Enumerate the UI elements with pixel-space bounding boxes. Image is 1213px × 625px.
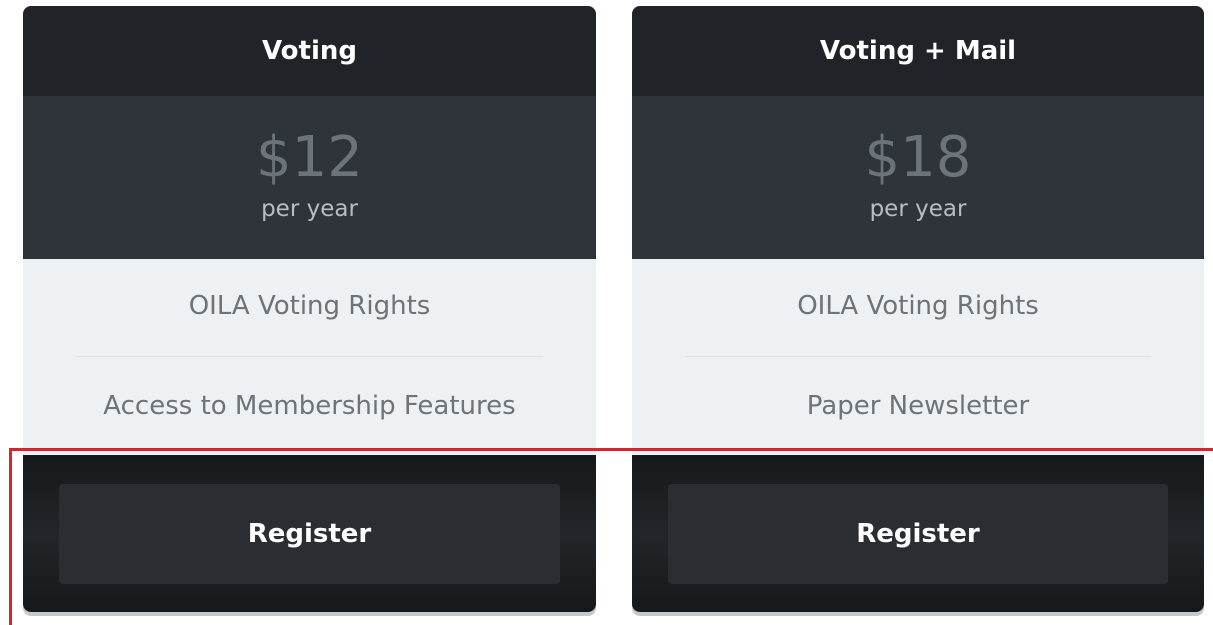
plan-price: $18 [864, 125, 972, 190]
register-button-voting-mail[interactable]: Register [668, 484, 1168, 584]
plan-price-block: $12 per year [23, 96, 596, 259]
plan-title: Voting [23, 6, 596, 96]
plan-period: per year [869, 196, 967, 222]
plan-price: $12 [256, 125, 363, 190]
plan-title: Voting + Mail [632, 6, 1204, 96]
feature-item: OILA Voting Rights [188, 291, 431, 321]
plan-period: per year [261, 196, 358, 222]
plan-price-block: $18 per year [632, 96, 1204, 259]
feature-divider [76, 356, 543, 357]
feature-item: Access to Membership Features [103, 391, 516, 421]
plan-features: OILA Voting Rights Paper Newsletter [632, 259, 1204, 455]
feature-item: Paper Newsletter [806, 391, 1030, 421]
plan-card-voting: Voting $12 per year OILA Voting Rights A… [23, 6, 596, 612]
plan-footer: Register [23, 455, 596, 612]
plan-card-voting-mail: Voting + Mail $18 per year OILA Voting R… [632, 6, 1204, 612]
feature-item: OILA Voting Rights [797, 291, 1039, 321]
pricing-section: Voting $12 per year OILA Voting Rights A… [0, 0, 1213, 625]
plan-footer: Register [632, 455, 1204, 612]
register-button-voting[interactable]: Register [59, 484, 560, 584]
feature-divider [685, 356, 1151, 357]
plan-features: OILA Voting Rights Access to Membership … [23, 259, 596, 455]
